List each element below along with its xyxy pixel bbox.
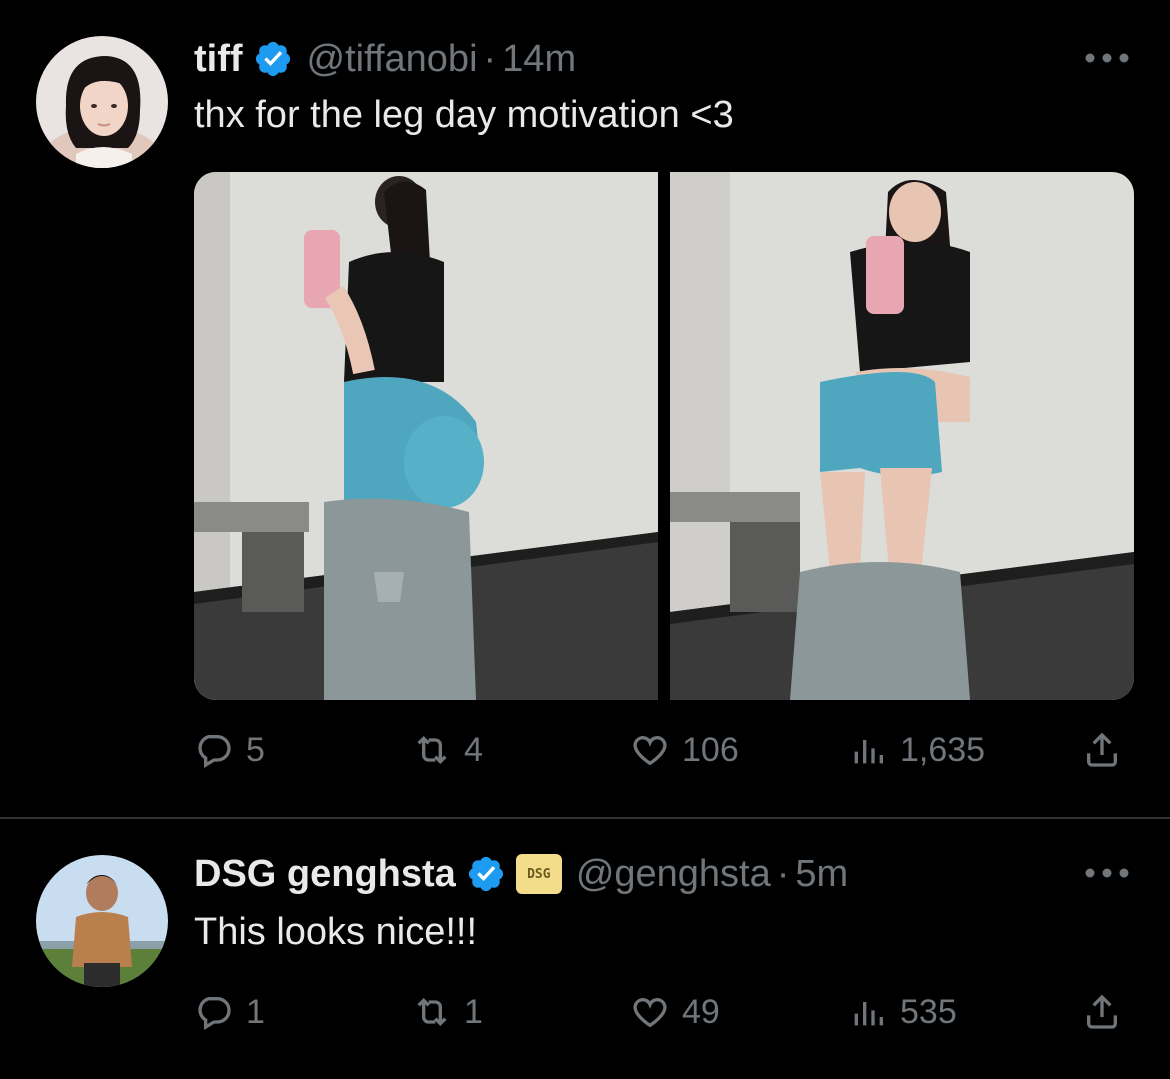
share-icon [1087,732,1117,767]
avatar[interactable] [36,36,168,168]
tweet-header: DSG genghsta DSG @genghsta · 5m [194,849,848,899]
verified-badge-icon [466,854,506,894]
views-button[interactable]: 1,635 [848,726,985,774]
reply-icon [198,997,231,1030]
reply-count: 5 [246,730,265,769]
like-icon [633,736,667,766]
retweet-count: 4 [464,730,483,769]
reply-icon [198,735,231,768]
author-name[interactable]: tiff [194,38,243,81]
tweet-text: This looks nice!!! [194,911,477,953]
like-count: 49 [682,992,720,1031]
timestamp[interactable]: 5m [795,853,848,895]
author-name[interactable]: DSG genghsta [194,853,456,896]
timestamp[interactable]: 14m [502,38,576,80]
view-count: 535 [900,992,957,1031]
more-icon[interactable] [1084,865,1130,881]
share-button[interactable] [1082,988,1122,1036]
handle-and-time: @tiffanobi · 14m [307,38,577,81]
media-photo-2[interactable] [670,172,1134,700]
share-icon [1087,994,1117,1029]
tweet-text: thx for the leg day motivation <3 [194,94,734,136]
views-button[interactable]: 535 [848,988,957,1036]
author-handle[interactable]: @genghsta [576,853,771,895]
like-button[interactable]: 106 [630,726,739,774]
affiliate-badge[interactable]: DSG [515,854,562,894]
share-button[interactable] [1082,726,1122,774]
separator: · [776,852,790,895]
separator: · [483,37,497,80]
like-count: 106 [682,730,739,769]
reply-button[interactable]: 1 [194,988,265,1036]
tweet-actions: 5 4 106 1,635 [194,726,1134,774]
media-photo-1[interactable] [194,172,658,700]
view-count: 1,635 [900,730,986,769]
verified-badge-icon [253,39,293,79]
retweet-count: 1 [464,992,483,1031]
more-icon[interactable] [1084,50,1130,66]
reply-count: 1 [246,992,265,1031]
tweet-actions: 1 1 49 535 [194,988,1134,1036]
tweet-header: tiff @tiffanobi · 14m [194,34,576,84]
tweet[interactable]: tiff @tiffanobi · 14m thx for the leg day … [0,0,1170,817]
retweet-icon [417,997,447,1027]
reply-button[interactable]: 5 [194,726,265,774]
avatar[interactable] [36,855,168,987]
like-button[interactable]: 49 [630,988,720,1036]
author-handle[interactable]: @tiffanobi [307,38,478,80]
retweet-button[interactable]: 1 [412,988,483,1036]
retweet-button[interactable]: 4 [412,726,483,774]
retweet-icon [417,735,447,765]
views-icon [854,1002,883,1026]
reply-tweet[interactable]: DSG genghsta DSG @genghsta · 5m This looks… [0,819,1170,1079]
views-icon [854,740,883,764]
tweet-media[interactable] [194,172,1134,700]
handle-and-time: @genghsta · 5m [576,853,848,896]
like-icon [633,998,667,1028]
